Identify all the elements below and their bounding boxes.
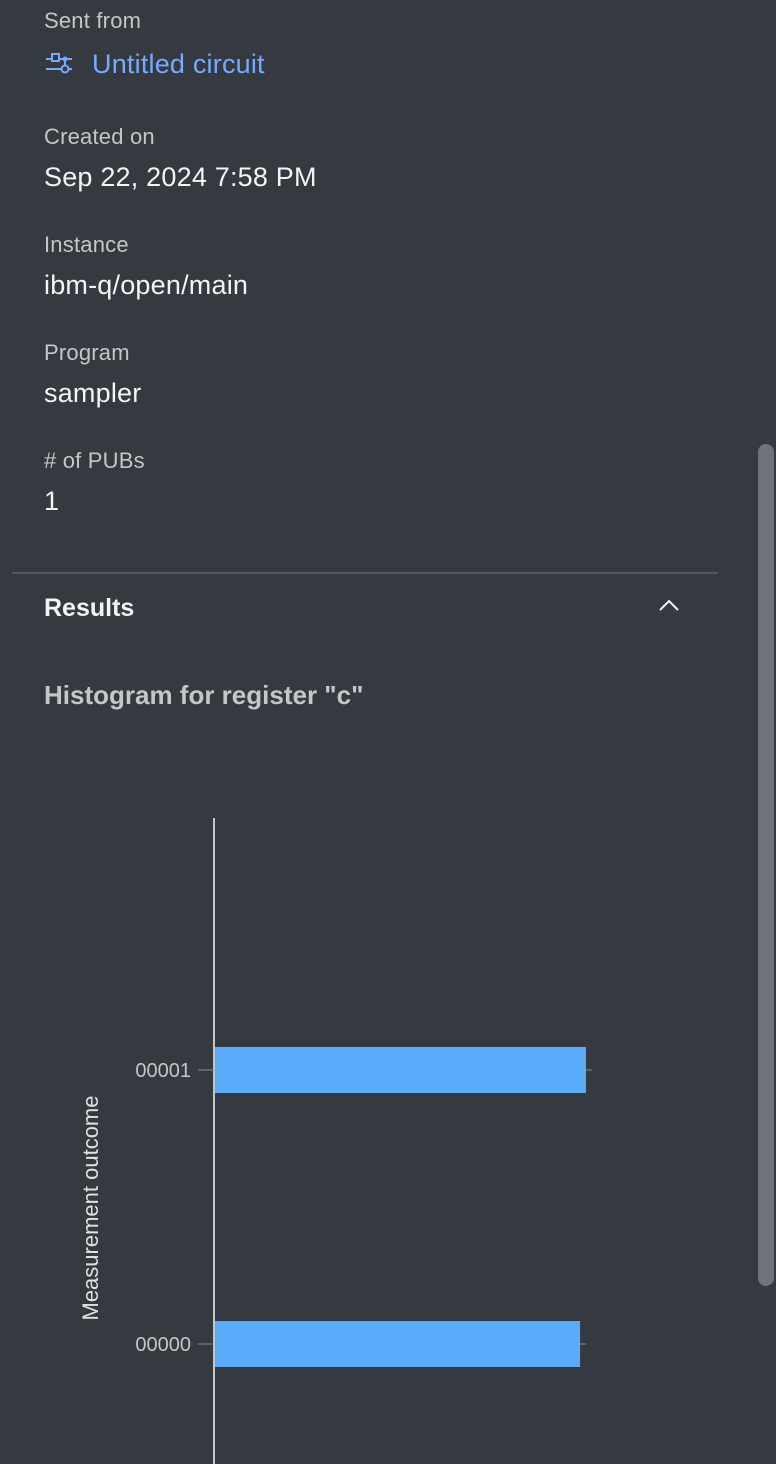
pubs-value: 1 [44,486,60,516]
sent-from-link[interactable]: Untitled circuit [44,44,265,84]
created-on-value: Sep 22, 2024 7:58 PM [44,162,317,192]
section-divider [12,572,718,574]
sent-from-value[interactable]: Untitled circuit [92,49,265,80]
instance-label: Instance [44,232,129,257]
circuit-icon [44,51,74,77]
y-tick-label: 00001 [135,1060,191,1082]
program-label: Program [44,340,130,365]
chevron-up-icon[interactable] [657,596,681,614]
results-title: Results [44,594,135,622]
histogram-bar-00001[interactable] [215,1047,586,1093]
y-tick-label: 00000 [135,1334,191,1356]
histogram-bar-00000[interactable] [215,1321,581,1367]
job-details-panel: Sent from Untitled circuit Created on Se… [0,0,776,1464]
results-accordion-header[interactable]: Results [12,576,718,642]
created-on-label: Created on [44,124,155,149]
histogram-chart: Measurement outcome 00001 00000 [78,818,592,1464]
instance-value: ibm-q/open/main [44,270,249,300]
chart-title: Histogram for register "c" [44,680,364,710]
sent-from-label: Sent from [44,8,142,33]
scrollbar[interactable] [758,444,774,1286]
y-axis-title: Measurement outcome [78,1096,103,1321]
program-value: sampler [44,378,142,408]
pubs-label: # of PUBs [44,448,145,473]
